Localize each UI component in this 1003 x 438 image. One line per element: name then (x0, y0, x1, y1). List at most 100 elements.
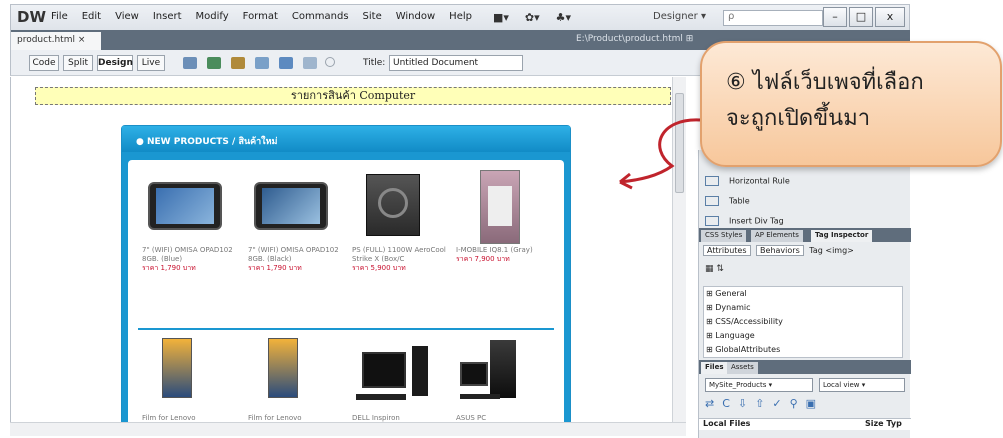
document-toolbar: Code Split Design Live Title: Untitled D… (10, 50, 710, 76)
new-products-panel: ● NEW PRODUCTS / สินค้าใหม่ 7" (WIFI) OM… (121, 125, 571, 422)
tag-inspector-subtabs: Attributes Behaviors Tag <img> (703, 245, 854, 256)
callout-line-1: ⑥ ไฟล์เว็บเพจที่เลือก (726, 65, 976, 101)
layout-menu-icon[interactable]: ■▾ (493, 11, 509, 24)
insert-item-label: Horizontal Rule (729, 176, 790, 186)
insert-div-tag[interactable]: Insert Div Tag (705, 216, 784, 226)
document-tab[interactable]: product.html × (11, 32, 101, 50)
tab-tag-inspector[interactable]: Tag Inspector (811, 230, 873, 242)
category-global-attributes[interactable]: ⊞ GlobalAttributes (704, 343, 902, 353)
product-card[interactable]: DELL Inspiron (352, 338, 452, 422)
tag-label: Tag <img> (809, 246, 854, 255)
product-name: 7" (WIFI) OMISA OPAD102 8GB. (Blue) (142, 246, 233, 263)
tab-attributes[interactable]: Attributes (703, 245, 751, 256)
div-tag-icon (705, 216, 719, 226)
product-name: I-MOBILE IQ8.1 (Gray) (456, 246, 533, 254)
maximize-button[interactable]: □ (849, 7, 873, 27)
product-price: ราคา 7,900 บาท (456, 255, 510, 263)
tab-assets[interactable]: Assets (727, 362, 758, 374)
extend-menu-icon[interactable]: ✿▾ (525, 11, 540, 24)
product-image (142, 170, 226, 240)
tab-files[interactable]: Files (701, 362, 728, 374)
site-select-value: MySite_Products (709, 381, 767, 389)
callout-number: ⑥ (726, 70, 746, 95)
product-name: 7" (WIFI) OMISA OPAD102 8GB. (Black) (248, 246, 339, 263)
view-select[interactable]: Local view ▾ (819, 378, 905, 392)
products-grid: 7" (WIFI) OMISA OPAD102 8GB. (Blue) ราคา… (128, 160, 564, 422)
title-label: Title: (363, 58, 386, 68)
connect-icon[interactable]: ⇄ (705, 397, 714, 410)
expand-icon[interactable]: ▣ (806, 397, 816, 410)
menu-edit[interactable]: Edit (82, 11, 101, 22)
live-view-button[interactable]: Live (137, 55, 165, 71)
menu-file[interactable]: File (51, 11, 68, 22)
menu-commands[interactable]: Commands (292, 11, 349, 22)
product-price: ราคา 1,790 บาท (142, 264, 196, 272)
get-files-icon[interactable]: ⇩ (738, 397, 747, 410)
menu-view[interactable]: View (115, 11, 139, 22)
check-browser-icon[interactable] (279, 57, 293, 69)
product-card[interactable]: ASUS PC (456, 338, 556, 422)
product-card[interactable]: 7" (WIFI) OMISA OPAD102 8GB. (Black) ราค… (248, 170, 348, 273)
product-price: ราคา 1,790 บาท (248, 264, 302, 272)
visual-aids-icon[interactable] (303, 57, 317, 69)
preview-browser-icon[interactable] (207, 57, 221, 69)
split-view-button[interactable]: Split (63, 55, 93, 71)
menu-format[interactable]: Format (243, 11, 278, 22)
refresh-files-icon[interactable]: C (722, 397, 730, 410)
callout-text-1: ไฟล์เว็บเพจที่เลือก (752, 70, 924, 95)
menu-site[interactable]: Site (363, 11, 382, 22)
tab-behaviors[interactable]: Behaviors (756, 245, 804, 256)
category-language[interactable]: ⊞ Language (704, 329, 902, 343)
app-logo: DW (17, 8, 46, 26)
product-card[interactable]: Film for Lenovo (142, 338, 242, 422)
product-image (248, 170, 332, 240)
w3c-validation-icon[interactable] (255, 57, 269, 69)
insert-horizontal-rule[interactable]: Horizontal Rule (705, 176, 790, 186)
page-heading: รายการสินค้า Computer (35, 87, 671, 105)
check-in-icon[interactable]: ⚲ (790, 397, 798, 410)
title-input[interactable]: Untitled Document (389, 55, 523, 71)
product-card[interactable]: 7" (WIFI) OMISA OPAD102 8GB. (Blue) ราคา… (142, 170, 242, 273)
callout-text-2: จะถูกเปิดขึ้นมา (726, 106, 871, 131)
local-files-header: Local Files Size Typ (699, 418, 911, 430)
minimize-button[interactable]: – (823, 7, 847, 27)
menu-modify[interactable]: Modify (196, 11, 229, 22)
menu-window[interactable]: Window (396, 11, 435, 22)
check-out-icon[interactable]: ✓ (772, 397, 781, 410)
help-search-input[interactable]: ρ (723, 10, 823, 26)
title-bar: DW File Edit View Insert Modify Format C… (10, 4, 910, 30)
put-files-icon[interactable]: ⇧ (755, 397, 764, 410)
product-card[interactable]: PS (FULL) 1100W AeroCool Strike X (Box/C… (352, 170, 452, 273)
menu-insert[interactable]: Insert (153, 11, 182, 22)
design-view[interactable]: รายการสินค้า Computer ● NEW PRODUCTS / ส… (10, 77, 672, 422)
horizontal-scrollbar[interactable] (10, 422, 686, 436)
file-management-icon[interactable] (231, 57, 245, 69)
multiscreen-icon[interactable] (183, 57, 197, 69)
panel-heading: ● NEW PRODUCTS / สินค้าใหม่ (122, 126, 570, 152)
product-name: ASUS PC (456, 414, 487, 422)
category-css-accessibility[interactable]: ⊞ CSS/Accessibility (704, 315, 902, 329)
menu-help[interactable]: Help (449, 11, 472, 22)
refresh-icon[interactable] (325, 57, 335, 67)
product-card[interactable]: I-MOBILE IQ8.1 (Gray) ราคา 7,900 บาท (456, 170, 556, 264)
product-card[interactable]: Film for Lenovo (248, 338, 348, 422)
sort-icons[interactable]: ▦ ⇅ (705, 264, 739, 278)
insert-table[interactable]: Table (705, 196, 750, 206)
attribute-categories: ⊞ General ⊞ Dynamic ⊞ CSS/Accessibility … (703, 286, 903, 358)
product-image (456, 170, 540, 244)
close-button[interactable]: x (875, 7, 905, 27)
local-files-label: Local Files (703, 419, 751, 428)
workspace-switcher[interactable]: Designer ▾ (653, 11, 706, 22)
tab-ap-elements[interactable]: AP Elements (751, 230, 803, 242)
product-name: PS (FULL) 1100W AeroCool Strike X (Box/C (352, 246, 446, 263)
category-dynamic[interactable]: ⊞ Dynamic (704, 301, 902, 315)
code-view-button[interactable]: Code (29, 55, 59, 71)
site-menu-icon[interactable]: ♣▾ (556, 11, 571, 24)
document-path: E:\Product\product.html ⊞ (576, 34, 694, 44)
insert-item-label: Table (729, 196, 750, 206)
row-divider (138, 328, 554, 330)
design-view-button[interactable]: Design (97, 55, 133, 71)
category-general[interactable]: ⊞ General (704, 287, 902, 301)
site-select[interactable]: MySite_Products ▾ (705, 378, 813, 392)
tab-css-styles[interactable]: CSS Styles (701, 230, 747, 242)
